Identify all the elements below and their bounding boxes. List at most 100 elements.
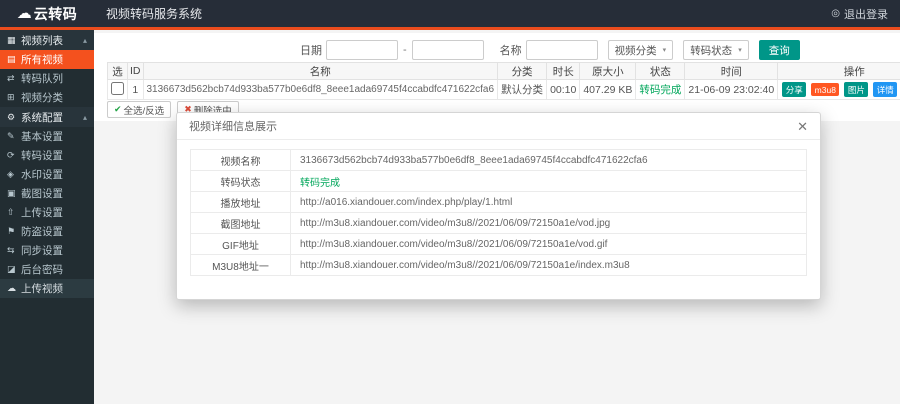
- sidebar-item-system-config[interactable]: ⚙ 系统配置 ▴: [0, 107, 94, 127]
- sidebar-item-label: 同步设置: [21, 245, 63, 257]
- chevron-down-icon: ▾: [738, 47, 742, 54]
- detail-row: 转码状态 转码完成: [190, 170, 807, 192]
- detail-value: http://a016.xiandouer.com/index.php/play…: [290, 191, 807, 213]
- image-button[interactable]: 图片: [844, 82, 869, 97]
- detail-label: 截图地址: [190, 212, 291, 234]
- detail-row: 播放地址 http://a016.xiandouer.com/index.php…: [190, 191, 807, 213]
- sidebar-item-video-list[interactable]: ▦ 视频列表 ▴: [0, 30, 94, 50]
- sidebar-item-transcode-queue[interactable]: ⇄ 转码队列: [0, 69, 94, 88]
- col-time: 时间: [684, 62, 779, 80]
- video-icon: ▦: [7, 34, 16, 45]
- sidebar-item-label: 上传视频: [21, 283, 63, 295]
- sidebar-item-video-category[interactable]: ⊞ 视频分类: [0, 88, 94, 107]
- share-button[interactable]: 分享: [782, 82, 807, 97]
- detail-label: GIF地址: [190, 233, 291, 255]
- sidebar-item-sync-settings[interactable]: ⇆ 同步设置: [0, 241, 94, 260]
- row-size: 407.29 KB: [579, 79, 637, 100]
- row-time: 21-06-09 23:02:40: [684, 79, 779, 100]
- col-status: 状态: [635, 62, 686, 80]
- lock-icon: ◪: [7, 264, 16, 274]
- detail-value: http://m3u8.xiandouer.com/video/m3u8//20…: [290, 254, 807, 276]
- cloud-upload-icon: ☁: [7, 283, 16, 293]
- row-name: 3136673d562bcb74d933ba577b0e6df8_8eee1ad…: [142, 79, 499, 100]
- name-input[interactable]: [525, 40, 598, 60]
- date-label: 日期: [300, 45, 322, 57]
- video-list-panel: 日期 - 名称 视频分类 ▾ 转码状态 ▾ 查询 选 ID 名称 分类 时长 原…: [94, 33, 900, 121]
- modal-body: 视频名称 3136673d562bcb74d933ba577b0e6df8_8e…: [177, 140, 820, 285]
- detail-row: 截图地址 http://m3u8.xiandouer.com/video/m3u…: [190, 212, 807, 234]
- chevron-up-icon: ▴: [82, 112, 87, 122]
- detail-label: 播放地址: [190, 191, 291, 213]
- sidebar-item-transcode-settings[interactable]: ⟳ 转码设置: [0, 146, 94, 165]
- status-select[interactable]: 转码状态 ▾: [683, 40, 749, 60]
- detail-value: http://m3u8.xiandouer.com/video/m3u8//20…: [290, 233, 807, 255]
- sidebar-item-antitheft-settings[interactable]: ⚑ 防盗设置: [0, 222, 94, 241]
- select-all-label: 全选/反选: [123, 105, 165, 117]
- detail-label: M3U8地址一: [190, 254, 291, 276]
- chevron-down-icon: ▾: [662, 47, 667, 54]
- select-all-button[interactable]: ✔ 全选/反选: [107, 101, 172, 118]
- app-window: ☁ 云转码 视频转码服务系统 ◎ 退出登录 ▦ 视频列表 ▴ ▤ 所有视频 ⇄ …: [0, 0, 900, 404]
- page-title: 视频转码服务系统: [106, 7, 203, 21]
- filter-bar: 日期 - 名称 视频分类 ▾ 转码状态 ▾ 查询: [94, 33, 900, 61]
- sidebar-item-upload-video[interactable]: ☁ 上传视频: [0, 279, 94, 298]
- image-icon: ▣: [7, 188, 16, 198]
- sidebar-item-label: 转码设置: [21, 150, 63, 162]
- sidebar-item-label: 后台密码: [21, 264, 63, 276]
- sidebar-item-watermark-settings[interactable]: ◈ 水印设置: [0, 165, 94, 184]
- detail-value: 3136673d562bcb74d933ba577b0e6df8_8eee1ad…: [290, 149, 807, 171]
- check-icon: ✔: [114, 104, 122, 114]
- refresh-icon: ⟳: [7, 150, 15, 160]
- sidebar-item-label: 所有视频: [21, 54, 63, 66]
- chevron-up-icon: ▴: [82, 35, 87, 45]
- close-icon[interactable]: ✕: [797, 120, 808, 133]
- sidebar-item-basic-settings[interactable]: ✎ 基本设置: [0, 127, 94, 146]
- detail-button[interactable]: 详情: [873, 82, 898, 97]
- col-size: 原大小: [579, 62, 637, 80]
- sync-icon: ⇆: [7, 245, 15, 255]
- power-icon: ◎: [831, 8, 840, 19]
- date-end-input[interactable]: [411, 40, 484, 60]
- sidebar-nav: ▦ 视频列表 ▴ ▤ 所有视频 ⇄ 转码队列 ⊞ 视频分类 ⚙ 系统配置 ▴ ✎…: [0, 30, 94, 404]
- detail-row: GIF地址 http://m3u8.xiandouer.com/video/m3…: [190, 233, 807, 255]
- diamond-icon: ◈: [7, 169, 14, 179]
- search-button[interactable]: 查询: [758, 40, 800, 60]
- film-icon: ▤: [7, 54, 16, 64]
- sidebar-item-upload-settings[interactable]: ⇧ 上传设置: [0, 203, 94, 222]
- logout-button[interactable]: ◎ 退出登录: [831, 6, 888, 22]
- upload-icon: ⇧: [7, 207, 15, 217]
- gear-icon: ⚙: [7, 111, 16, 122]
- video-table: 选 ID 名称 分类 时长 原大小 状态 时间 操作 1 3136673d562…: [107, 62, 900, 100]
- sidebar-item-screenshot-settings[interactable]: ▣ 截图设置: [0, 184, 94, 203]
- table-row: 1 3136673d562bcb74d933ba577b0e6df8_8eee1…: [107, 79, 900, 100]
- detail-row: 视频名称 3136673d562bcb74d933ba577b0e6df8_8e…: [190, 149, 807, 171]
- sidebar-item-label: 防盗设置: [21, 226, 63, 238]
- logout-label: 退出登录: [844, 8, 888, 21]
- category-select[interactable]: 视频分类 ▾: [607, 40, 674, 60]
- date-start-input[interactable]: [326, 40, 398, 60]
- col-duration: 时长: [546, 62, 581, 80]
- grid-icon: ⊞: [7, 92, 15, 102]
- sidebar-item-all-videos[interactable]: ▤ 所有视频: [0, 50, 94, 69]
- sidebar-item-label: 水印设置: [21, 169, 63, 181]
- col-select: 选: [107, 62, 128, 80]
- category-select-value: 视频分类: [614, 44, 657, 57]
- video-detail-modal: 视频详细信息展示 ✕ 视频名称 3136673d562bcb74d933ba57…: [176, 112, 821, 300]
- edit-icon: ✎: [7, 131, 15, 141]
- detail-row: M3U8地址一 http://m3u8.xiandouer.com/video/…: [190, 254, 807, 276]
- modal-header: 视频详细信息展示 ✕: [177, 113, 820, 140]
- col-category: 分类: [497, 62, 548, 80]
- row-duration: 00:10: [546, 79, 581, 100]
- sidebar-item-label: 视频列表: [21, 34, 63, 47]
- status-select-value: 转码状态: [690, 44, 733, 57]
- table-header-row: 选 ID 名称 分类 时长 原大小 状态 时间 操作: [107, 62, 900, 80]
- m3u8-button[interactable]: m3u8: [811, 83, 840, 96]
- col-actions: 操作: [777, 62, 900, 80]
- row-checkbox[interactable]: [111, 81, 124, 95]
- sidebar-item-admin-password[interactable]: ◪ 后台密码: [0, 260, 94, 279]
- detail-value: http://m3u8.xiandouer.com/video/m3u8//20…: [290, 212, 807, 234]
- detail-label: 转码状态: [190, 170, 291, 192]
- app-logo[interactable]: ☁ 云转码: [0, 0, 94, 29]
- top-header: ☁ 云转码 视频转码服务系统 ◎ 退出登录: [0, 0, 900, 30]
- logo-text: 云转码: [33, 5, 78, 22]
